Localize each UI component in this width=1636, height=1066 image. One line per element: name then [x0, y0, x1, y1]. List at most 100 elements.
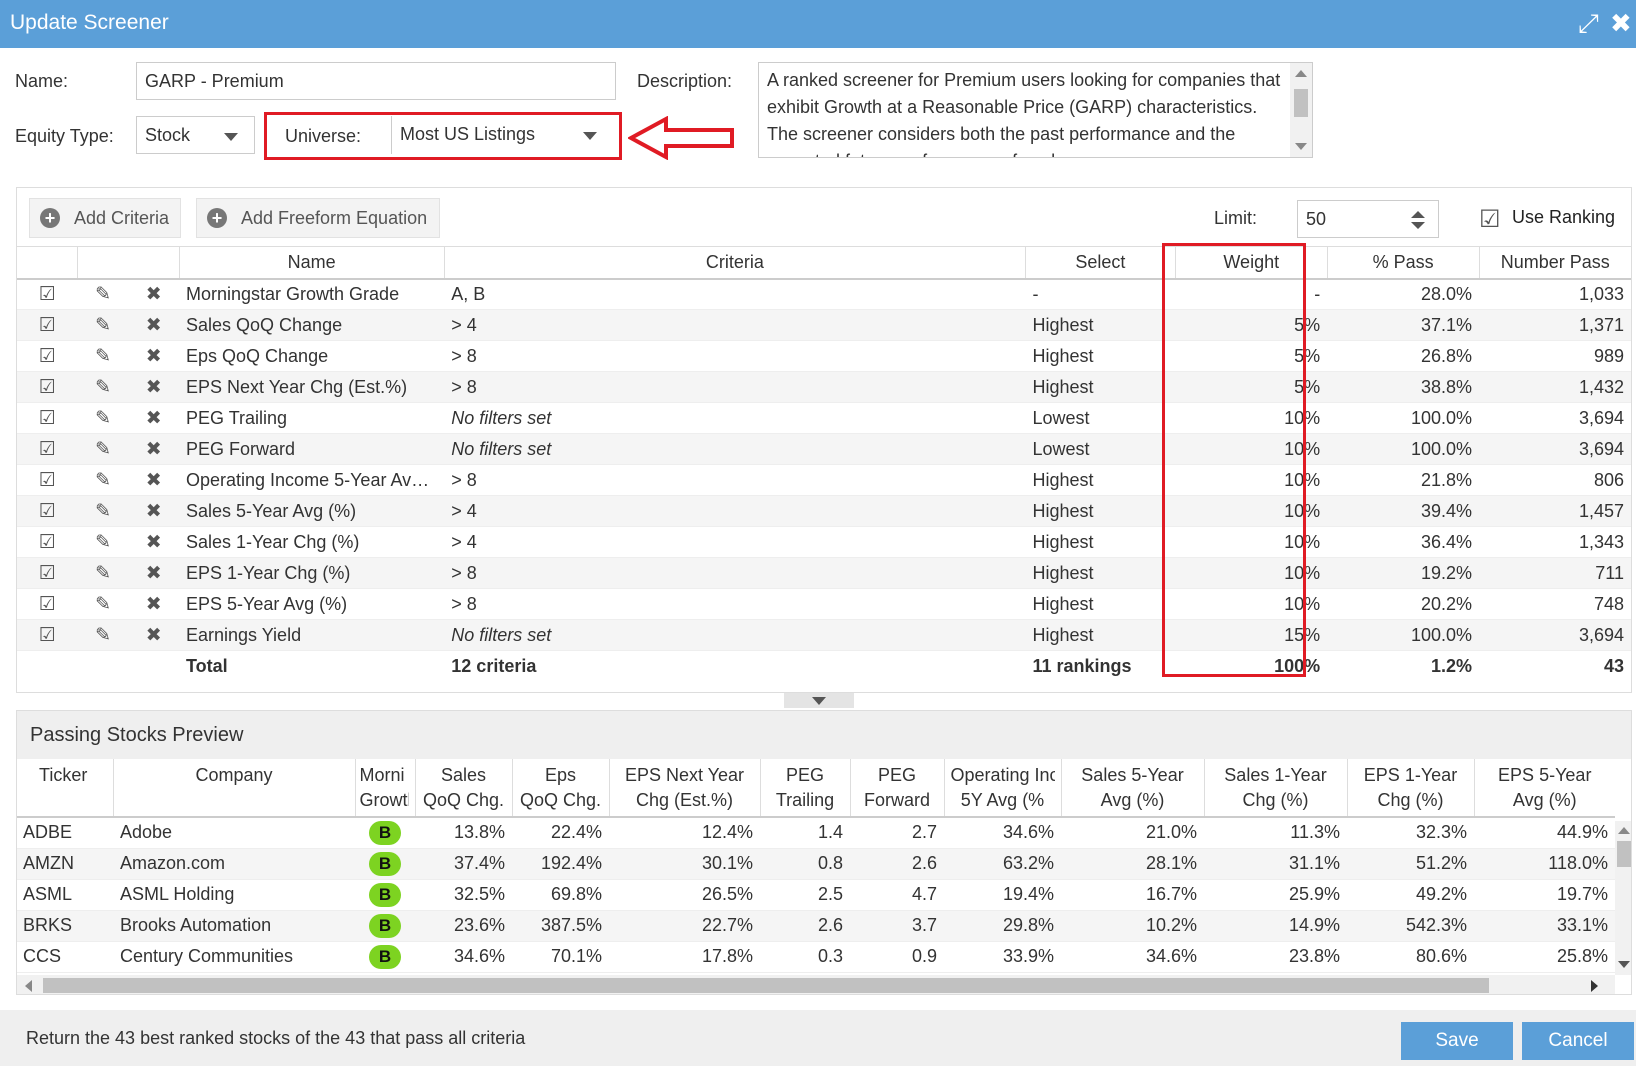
expand-icon[interactable]: ⤢ [1578, 8, 1599, 38]
delete-icon[interactable]: ✖ [146, 501, 162, 522]
checkbox-icon[interactable]: ☑ [39, 532, 56, 553]
edit-icon[interactable]: ✎ [95, 315, 111, 336]
delete-icon[interactable]: ✖ [146, 532, 162, 553]
checkbox-icon[interactable]: ☑ [39, 284, 56, 305]
scroll-thumb[interactable] [1294, 89, 1308, 117]
stocks-col-header[interactable]: EPS Next Year Chg (Est.%) [608, 759, 760, 818]
edit-icon[interactable]: ✎ [95, 408, 111, 429]
scroll-thumb[interactable] [1617, 841, 1631, 867]
edit-icon[interactable]: ✎ [95, 377, 111, 398]
edit-icon[interactable]: ✎ [95, 439, 111, 460]
spinner-icon[interactable] [1410, 210, 1426, 230]
col-criteria[interactable]: Criteria [443, 246, 1026, 280]
stocks-col-header[interactable]: Operating Inc 5Y Avg (% [943, 759, 1061, 818]
edit-icon[interactable]: ✎ [95, 284, 111, 305]
criteria-cell-number-pass: 1,033 [1479, 278, 1631, 310]
universe-select[interactable]: Most US Listings [391, 116, 617, 154]
edit-icon[interactable]: ✎ [95, 470, 111, 491]
scroll-right-icon[interactable] [1591, 980, 1598, 992]
collapse-toggle[interactable] [784, 693, 854, 708]
checkbox-icon[interactable]: ☑ [39, 594, 56, 615]
checkbox-icon[interactable]: ☑ [1479, 205, 1501, 234]
criteria-cell-name: Eps QoQ Change [179, 340, 445, 372]
criteria-cell-name: Earnings Yield [179, 619, 445, 651]
criteria-cell-name: EPS Next Year Chg (Est.%) [179, 371, 445, 403]
delete-icon[interactable]: ✖ [146, 470, 162, 491]
delete-icon[interactable]: ✖ [146, 284, 162, 305]
edit-icon[interactable]: ✎ [95, 501, 111, 522]
criteria-cell-number-pass: 711 [1479, 557, 1631, 589]
total-cell-select: 11 rankings [1032, 656, 1132, 677]
save-button[interactable]: Save [1401, 1022, 1513, 1060]
stocks-col-header[interactable]: Morni Growth [354, 759, 415, 818]
stocks-cell-value: 542.3% [1347, 910, 1474, 942]
checkbox-icon[interactable]: ☑ [39, 563, 56, 584]
scroll-up-icon[interactable] [1295, 70, 1307, 77]
criteria-cell-name: Sales 5-Year Avg (%) [179, 495, 445, 527]
checkbox-icon[interactable]: ☑ [39, 470, 56, 491]
stocks-col-header-line: Growth [359, 789, 409, 810]
add-freeform-equation-button[interactable]: + Add Freeform Equation [196, 198, 440, 238]
scroll-down-icon[interactable] [1618, 961, 1630, 968]
delete-icon[interactable]: ✖ [146, 563, 162, 584]
col-pass-pct[interactable]: % Pass [1326, 246, 1480, 280]
stocks-col-header[interactable]: PEG Trailing [759, 759, 850, 818]
scroll-left-icon[interactable] [25, 980, 32, 992]
edit-icon[interactable]: ✎ [95, 532, 111, 553]
stocks-cell-value: 80.6% [1347, 941, 1474, 973]
edit-icon[interactable]: ✎ [95, 594, 111, 615]
checkbox-icon[interactable]: ☑ [39, 625, 56, 646]
checkbox-icon[interactable]: ☑ [39, 346, 56, 367]
delete-icon[interactable]: ✖ [146, 346, 162, 367]
stocks-col-header[interactable]: Sales QoQ Chg. [414, 759, 512, 818]
description-textarea[interactable]: A ranked screener for Premium users look… [758, 62, 1313, 158]
col-number-pass[interactable]: Number Pass [1478, 246, 1631, 280]
limit-input[interactable]: 50 [1297, 200, 1439, 238]
delete-icon[interactable]: ✖ [146, 625, 162, 646]
add-criteria-button[interactable]: + Add Criteria [29, 198, 181, 238]
scroll-up-icon[interactable] [1618, 827, 1630, 834]
stocks-row[interactable]: ASML ASML Holding B 32.5% 69.8% 26.5% 2.5 4.7 19… [17, 879, 1615, 911]
description-scrollbar[interactable] [1290, 63, 1312, 157]
checkbox-icon[interactable]: ☑ [39, 501, 56, 522]
delete-icon[interactable]: ✖ [146, 315, 162, 336]
stocks-row[interactable]: AMZN Amazon.com B 37.4% 192.4% 30.1% 0.8 2.6 63.… [17, 848, 1615, 880]
stocks-row[interactable]: BRKS Brooks Automation B 23.6% 387.5% 22.7% 2.… [17, 910, 1615, 942]
cancel-button[interactable]: Cancel [1522, 1022, 1634, 1060]
delete-icon[interactable]: ✖ [146, 408, 162, 429]
delete-icon[interactable]: ✖ [146, 594, 162, 615]
stocks-col-header[interactable]: EPS 1-Year Chg (%) [1346, 759, 1474, 818]
stocks-col-header[interactable]: Ticker [17, 759, 113, 818]
close-icon[interactable]: ✖ [1610, 8, 1632, 38]
delete-icon[interactable]: ✖ [146, 377, 162, 398]
col-actions [77, 246, 179, 280]
edit-icon[interactable]: ✎ [95, 346, 111, 367]
checkbox-icon[interactable]: ☑ [39, 408, 56, 429]
col-name[interactable]: Name [178, 246, 445, 280]
col-select[interactable]: Select [1024, 246, 1176, 280]
criteria-row: ☑ ✎ ✖ EPS Next Year Chg (Est.%) > 8 Highest 5%… [17, 371, 1631, 403]
stocks-horizontal-scrollbar[interactable] [17, 975, 1615, 994]
scroll-thumb[interactable] [43, 978, 1489, 993]
checkbox-icon[interactable]: ☑ [39, 439, 56, 460]
checkbox-icon[interactable]: ☑ [39, 377, 56, 398]
stocks-col-header[interactable]: Company [112, 759, 355, 818]
stocks-col-header[interactable]: Sales 5-Year Avg (%) [1060, 759, 1204, 818]
stocks-cell-value: 31.1% [1204, 848, 1347, 880]
criteria-cell-pass-pct: 39.4% [1327, 495, 1480, 527]
stocks-col-header[interactable]: PEG Forward [849, 759, 944, 818]
stocks-vertical-scrollbar[interactable] [1615, 821, 1631, 975]
stocks-col-header[interactable]: Sales 1-Year Chg (%) [1203, 759, 1347, 818]
stocks-col-header[interactable]: Eps QoQ Chg. [511, 759, 609, 818]
stocks-col-header[interactable]: EPS 5-Year Avg (%) [1473, 759, 1615, 818]
name-input[interactable] [136, 62, 616, 100]
equity-type-select[interactable]: Stock [136, 116, 255, 154]
scroll-down-icon[interactable] [1295, 143, 1307, 150]
delete-icon[interactable]: ✖ [146, 439, 162, 460]
description-text: A ranked screener for Premium users look… [767, 70, 1281, 157]
stocks-row[interactable]: CCS Century Communities B 34.6% 70.1% 17.8% 0.… [17, 941, 1615, 973]
stocks-row[interactable]: ADBE Adobe B 13.8% 22.4% 12.4% 1.4 2.7 34.6% 21.0… [17, 817, 1615, 849]
checkbox-icon[interactable]: ☑ [39, 315, 56, 336]
edit-icon[interactable]: ✎ [95, 625, 111, 646]
edit-icon[interactable]: ✎ [95, 563, 111, 584]
